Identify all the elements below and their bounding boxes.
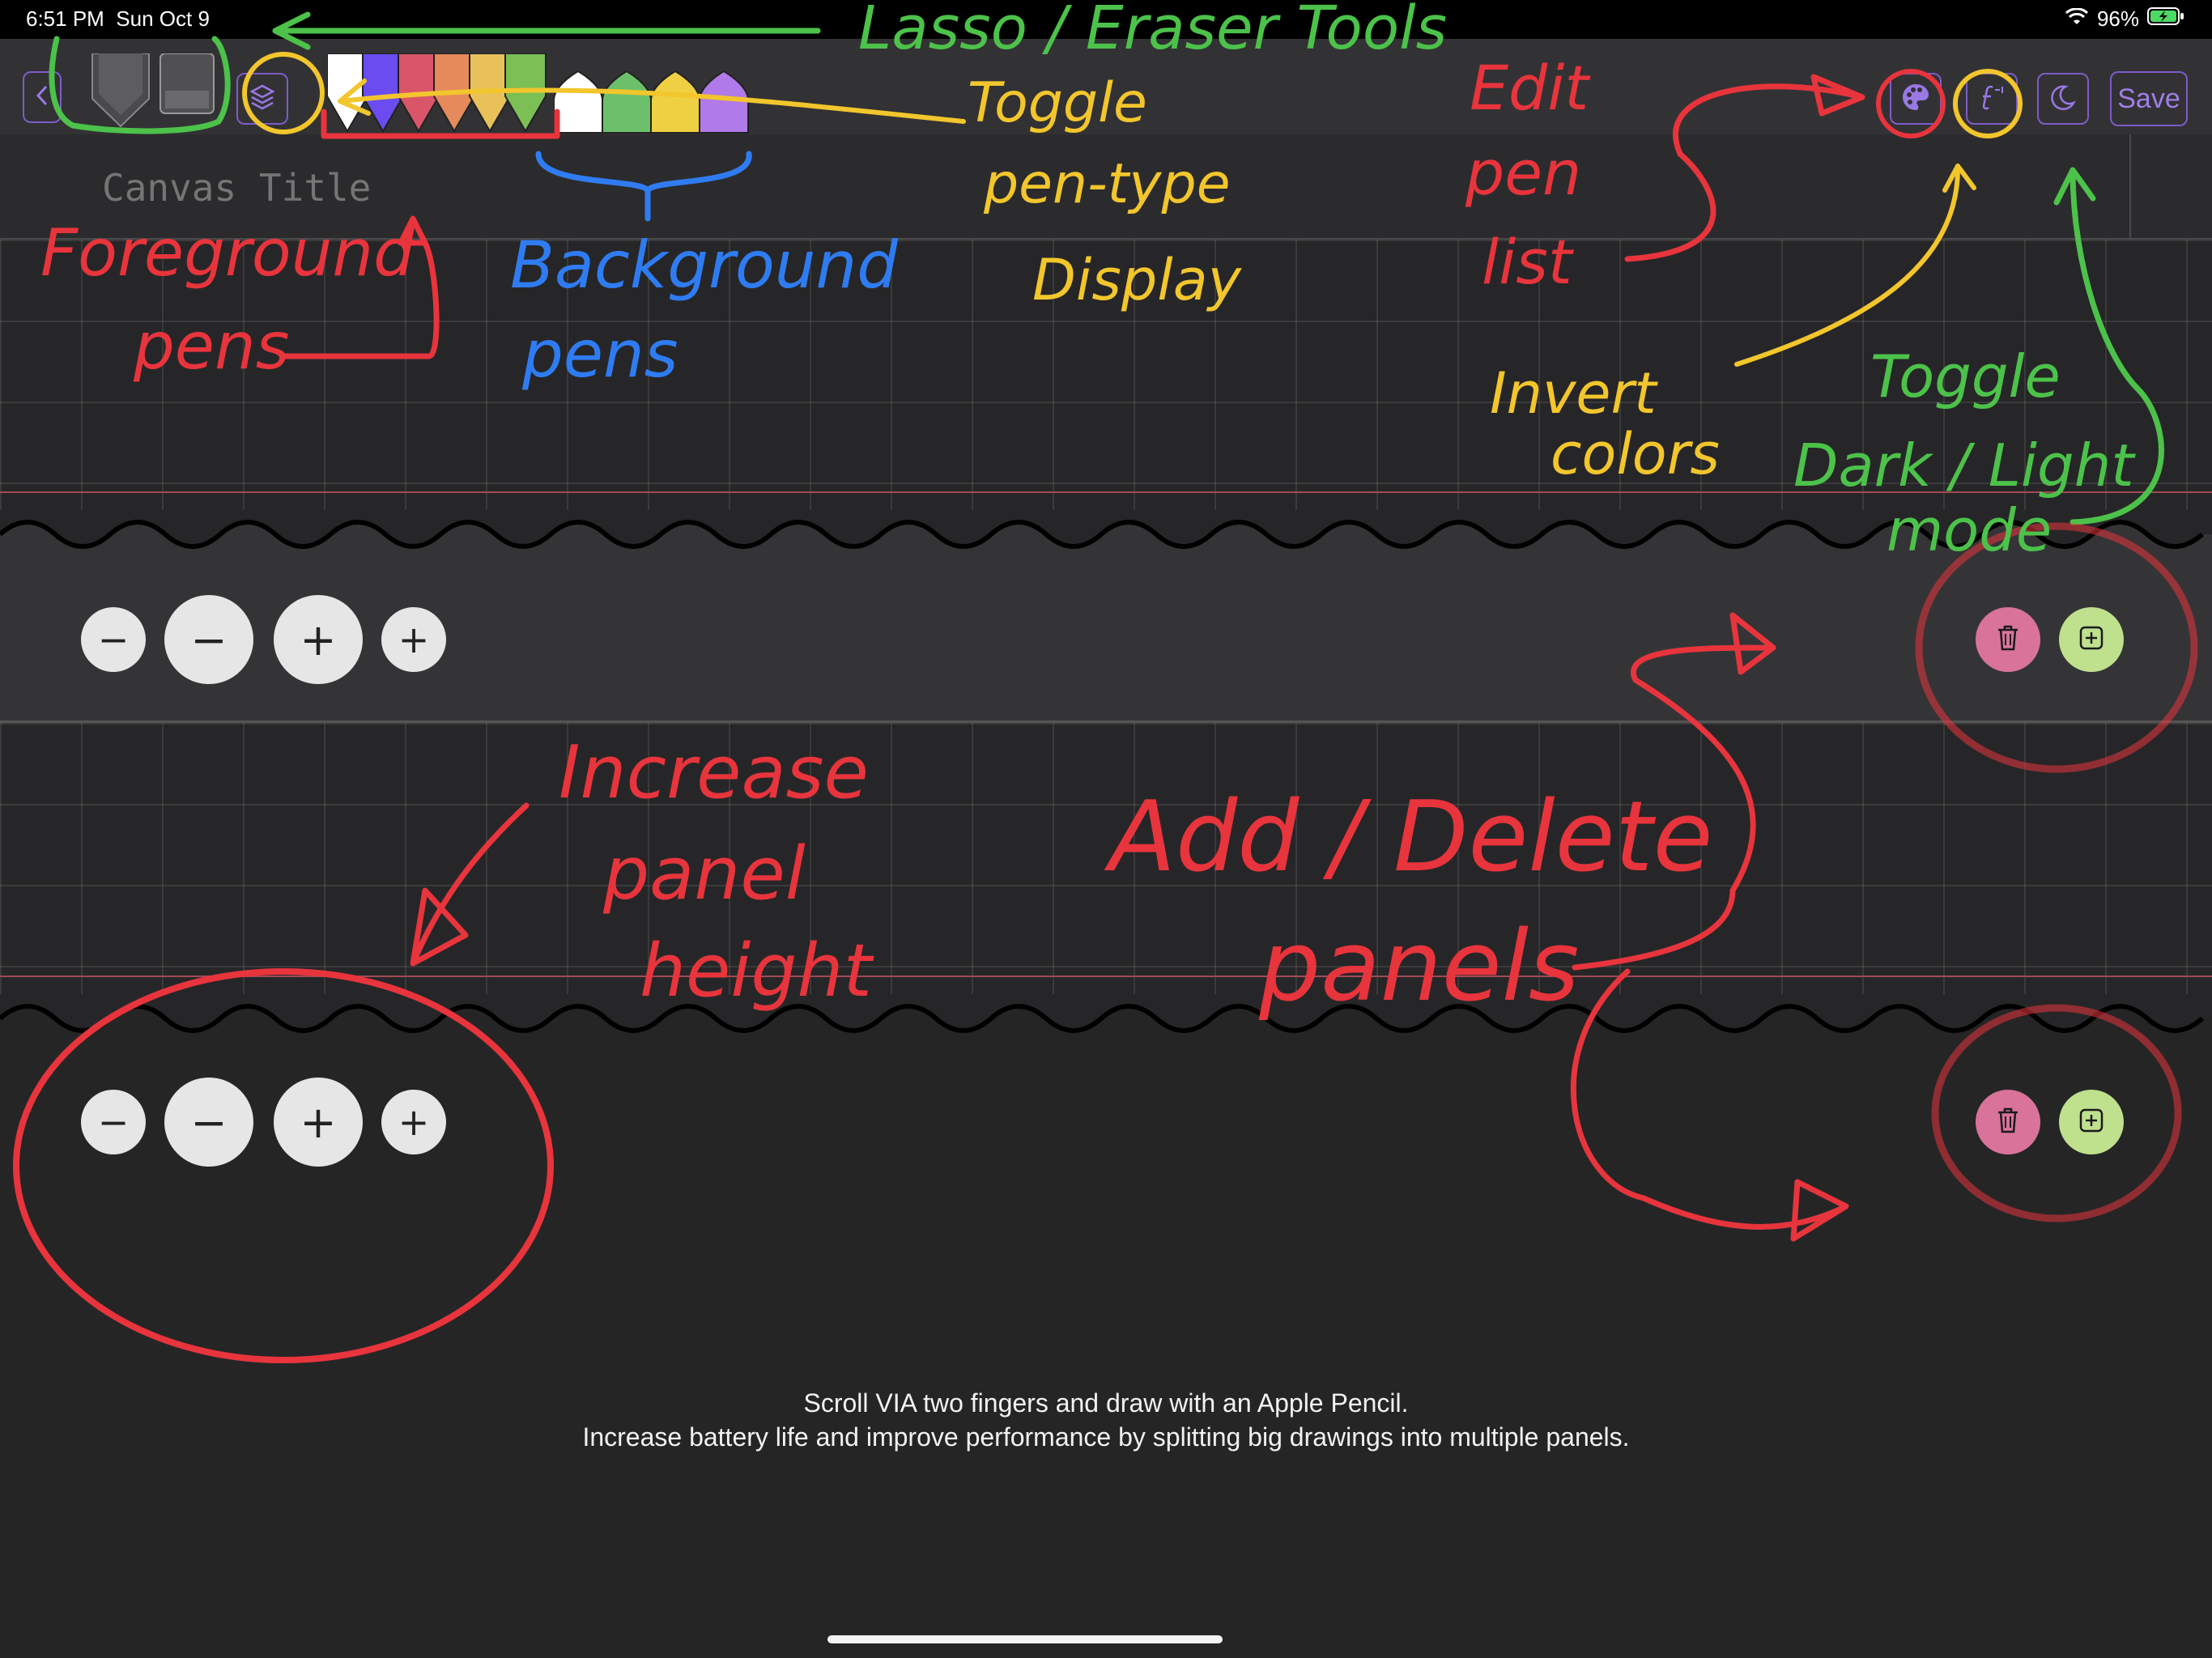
eraser-tool[interactable] <box>159 53 215 117</box>
background-pens <box>554 71 749 134</box>
background-pen-1[interactable] <box>554 71 603 134</box>
foreground-pen-4[interactable] <box>433 53 475 133</box>
foreground-pen-5[interactable] <box>469 53 511 133</box>
panel-1-decrease-height-large-button[interactable]: − <box>164 595 253 684</box>
panel-1-decrease-height-small-button[interactable]: − <box>81 607 146 672</box>
palette-icon <box>1900 82 1931 117</box>
invert-colors-button[interactable] <box>1966 73 2018 125</box>
stack-icon <box>248 83 277 116</box>
panel-2-increase-height-small-button[interactable]: + <box>381 1090 446 1154</box>
foreground-pens <box>327 53 547 133</box>
panel-2-baseline <box>0 976 2212 977</box>
home-indicator[interactable] <box>827 1635 1223 1643</box>
chevron-left-icon <box>34 83 50 112</box>
panel-2-add-button[interactable] <box>2059 1090 2124 1154</box>
panel-1-delete-button[interactable] <box>1976 607 2040 672</box>
toggle-pen-type-button[interactable] <box>236 73 288 125</box>
panel-2-decrease-height-small-button[interactable]: − <box>81 1090 146 1154</box>
panel-2-delete-button[interactable] <box>1976 1090 2040 1154</box>
panel-1-controls: − − + + <box>0 559 2212 723</box>
foreground-pen-2[interactable] <box>362 53 404 133</box>
moon-icon <box>2049 83 2077 115</box>
trash-icon <box>1996 624 2020 656</box>
status-indicators: 96% <box>2065 6 2184 32</box>
back-button[interactable] <box>23 71 62 123</box>
wifi-icon <box>2065 6 2089 32</box>
battery-icon <box>2147 6 2184 32</box>
edit-pen-list-button[interactable] <box>1890 73 1942 125</box>
footer-hint: Scroll VIA two fingers and draw with an … <box>0 1386 2212 1454</box>
lasso-tool[interactable] <box>91 53 152 128</box>
panel-2-decrease-height-large-button[interactable]: − <box>164 1078 253 1167</box>
title-divider <box>2129 134 2131 238</box>
foreground-pen-3[interactable] <box>398 53 440 133</box>
panel-1-baseline <box>0 491 2212 493</box>
panel-2-increase-height-large-button[interactable]: + <box>274 1078 363 1167</box>
inverse-function-icon <box>1976 83 2008 115</box>
background-pen-3[interactable] <box>650 71 700 134</box>
battery-percent: 96% <box>2096 6 2139 31</box>
panel-1-add-button[interactable] <box>2059 607 2124 672</box>
trash-icon <box>1996 1107 2020 1138</box>
dark-mode-toggle[interactable] <box>2037 73 2089 125</box>
background-pen-2[interactable] <box>602 71 652 134</box>
footer-line-2: Increase battery life and improve perfor… <box>582 1422 1630 1452</box>
panel-1-wave-edge <box>0 510 2212 559</box>
panel-1-increase-height-small-button[interactable]: + <box>381 607 446 672</box>
toolbar: Save <box>0 39 2212 136</box>
title-row <box>0 134 2212 240</box>
panel-1-canvas[interactable] <box>0 240 2212 515</box>
foreground-pen-1[interactable] <box>327 53 368 133</box>
foreground-pen-6[interactable] <box>504 53 547 133</box>
panel-1-increase-height-large-button[interactable]: + <box>274 595 363 684</box>
panel-2-canvas[interactable] <box>0 723 2212 998</box>
footer-line-1: Scroll VIA two fingers and draw with an … <box>803 1388 1409 1418</box>
canvas-title-input[interactable] <box>100 167 508 209</box>
background-pen-4[interactable] <box>699 71 749 134</box>
save-button[interactable]: Save <box>2110 71 2188 126</box>
status-time: 6:51 PM Sun Oct 9 <box>26 6 210 31</box>
status-bar: 6:51 PM Sun Oct 9 96% <box>0 0 2212 39</box>
plus-square-icon <box>2078 1107 2104 1137</box>
plus-square-icon <box>2078 625 2104 655</box>
panel-2-wave-edge <box>0 994 2212 1043</box>
panel-2-controls: − − + + <box>0 1043 2212 1205</box>
